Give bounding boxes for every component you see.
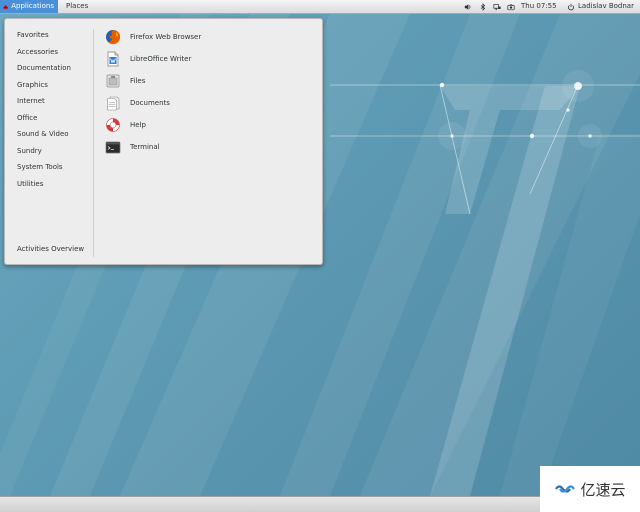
app-label-libreoffice-writer: LibreOffice Writer	[130, 55, 192, 63]
camera-icon[interactable]	[507, 0, 515, 13]
category-list: Favorites Accessories Documentation Grap…	[5, 19, 95, 264]
app-label-terminal: Terminal	[130, 143, 160, 151]
category-graphics[interactable]: Graphics	[17, 79, 48, 91]
watermark-text: 亿速云	[580, 480, 626, 499]
app-firefox[interactable]: Firefox Web Browser	[105, 28, 201, 46]
applications-menu-button[interactable]: Applications	[0, 0, 58, 13]
applications-menu-label: Applications	[11, 2, 54, 10]
help-icon	[106, 118, 120, 132]
clock[interactable]: Thu 07:55	[521, 0, 557, 13]
watermark: 亿速云	[540, 466, 640, 512]
network-icon[interactable]	[493, 0, 501, 13]
category-sound-video[interactable]: Sound & Video	[17, 128, 69, 140]
places-menu-button[interactable]: Places	[62, 0, 92, 13]
app-documents[interactable]: Documents	[105, 94, 170, 112]
app-terminal[interactable]: Terminal	[105, 138, 160, 156]
category-internet[interactable]: Internet	[17, 95, 45, 107]
applications-menu: Favorites Accessories Documentation Grap…	[4, 18, 323, 265]
places-menu-label: Places	[66, 2, 89, 10]
app-label-files: Files	[130, 77, 146, 85]
firefox-icon	[106, 30, 121, 45]
top-panel: Applications Places Thu 07:55 Ladislav B…	[0, 0, 640, 14]
category-accessories[interactable]: Accessories	[17, 46, 58, 58]
app-label-help: Help	[130, 121, 146, 129]
app-help[interactable]: Help	[105, 116, 146, 134]
terminal-icon	[105, 141, 121, 154]
category-sundry[interactable]: Sundry	[17, 145, 42, 157]
user-name: Ladislav Bodnar	[578, 2, 634, 10]
app-label-documents: Documents	[130, 99, 170, 107]
redhat-icon	[3, 4, 9, 9]
category-favorites[interactable]: Favorites	[17, 29, 49, 41]
documents-icon	[107, 96, 120, 111]
volume-icon[interactable]	[464, 0, 472, 13]
bluetooth-icon[interactable]	[479, 0, 487, 13]
category-utilities[interactable]: Utilities	[17, 178, 43, 190]
watermark-logo-icon	[555, 485, 576, 493]
activities-overview-button[interactable]: Activities Overview	[17, 243, 84, 255]
user-menu[interactable]: Ladislav Bodnar	[567, 0, 634, 13]
menu-divider	[93, 29, 94, 257]
app-files[interactable]: Files	[105, 72, 145, 90]
files-icon	[106, 74, 120, 88]
clock-text: Thu 07:55	[521, 2, 557, 10]
power-icon	[568, 3, 574, 10]
app-libreoffice-writer[interactable]: LibreOffice Writer	[105, 50, 191, 68]
category-system-tools[interactable]: System Tools	[17, 161, 63, 173]
category-documentation[interactable]: Documentation	[17, 62, 71, 74]
category-office[interactable]: Office	[17, 112, 37, 124]
app-label-firefox: Firefox Web Browser	[130, 33, 202, 41]
libreoffice-writer-icon	[107, 51, 119, 67]
